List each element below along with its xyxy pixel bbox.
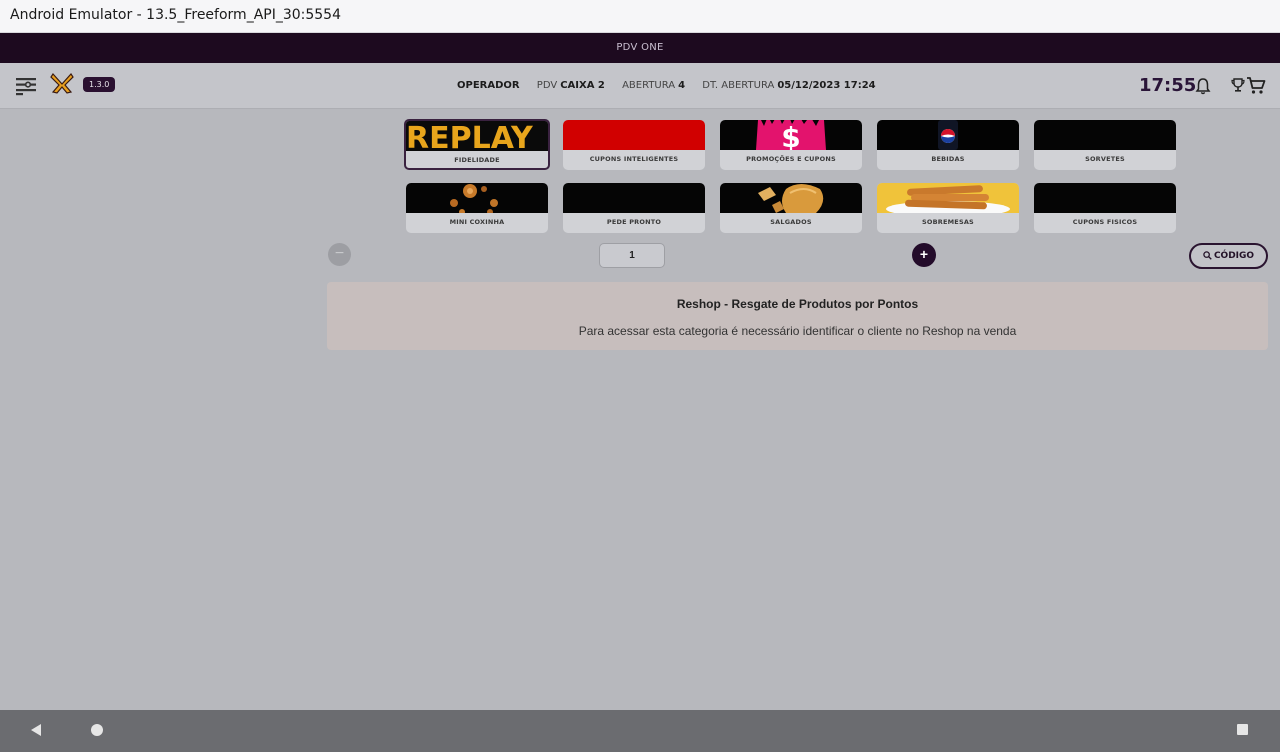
category-card-sorvetes[interactable]: SORVETES <box>1034 120 1176 170</box>
category-label: SORVETES <box>1085 155 1125 163</box>
menu-icon[interactable] <box>15 76 37 96</box>
salgados-image <box>758 184 824 213</box>
window-title-bar: Android Emulator - 13.5_Freeform_API_30:… <box>0 0 1280 33</box>
promo-badge-image: $ <box>756 120 826 150</box>
category-card-cupons-inteligentes[interactable]: CUPONS INTELIGENTES <box>563 120 705 170</box>
trophy-icon[interactable] <box>1231 78 1245 93</box>
pdv-label: PDV <box>536 80 558 91</box>
bell-icon[interactable] <box>1195 77 1211 95</box>
reshop-notice: Reshop - Resgate de Produtos por Pontos … <box>327 282 1268 350</box>
abertura-value: 4 <box>678 80 686 91</box>
category-label: PROMOÇÕES E CUPONS <box>746 155 836 163</box>
version-badge: 1.3.0 <box>83 77 116 92</box>
soda-can-image <box>938 120 958 150</box>
category-card-mini-coxinha[interactable]: MINI COXINHA <box>406 183 548 233</box>
category-card-salgados[interactable]: SALGADOS <box>720 183 862 233</box>
category-image <box>877 120 1019 150</box>
category-label: SOBREMESAS <box>922 218 974 226</box>
category-label: CUPONS FISICOS <box>1072 218 1138 226</box>
category-image <box>720 183 862 213</box>
svg-text:REPLAY: REPLAY <box>406 121 534 151</box>
brand-logo-icon <box>50 73 74 94</box>
window-title: Android Emulator - 13.5_Freeform_API_30:… <box>10 7 341 23</box>
quantity-input[interactable]: 1 <box>599 243 665 268</box>
code-button-label: CÓDIGO <box>1213 251 1255 261</box>
churros-image <box>886 185 1010 213</box>
category-label: MINI COXINHA <box>449 218 505 226</box>
category-label: FIDELIDADE <box>454 156 500 164</box>
category-image <box>563 120 705 150</box>
session-info: OPERADOR PDV CAIXA 2 ABERTURA 4 DT. ABERTU… <box>457 80 876 91</box>
category-label: BEBIDAS <box>931 155 965 163</box>
category-image <box>877 183 1019 213</box>
app-header: 1.3.0 OPERADOR PDV CAIXA 2 ABERTURA 4 DT. … <box>0 63 1280 109</box>
clock: 17:55 <box>1139 75 1197 96</box>
svg-text:$: $ <box>781 121 800 150</box>
recent-apps-icon[interactable] <box>1237 724 1248 735</box>
category-card-pede-pronto[interactable]: PEDE PRONTO <box>563 183 705 233</box>
pdv-value: CAIXA 2 <box>560 80 605 91</box>
android-nav-bar <box>0 710 1280 752</box>
dt-abertura-value: 05/12/2023 17:24 <box>777 80 876 91</box>
category-image: $ <box>720 120 862 150</box>
home-icon[interactable] <box>91 724 103 736</box>
category-card-promocoes-cupons[interactable]: $ PROMOÇÕES E CUPONS <box>720 120 862 170</box>
reshop-message: Para acessar esta categoria é necessário… <box>578 324 1017 338</box>
category-card-cupons-fisicos[interactable]: CUPONS FISICOS <box>1034 183 1176 233</box>
category-image <box>1034 120 1176 150</box>
cart-icon[interactable] <box>1246 75 1266 95</box>
back-icon[interactable] <box>31 724 41 736</box>
category-image <box>406 183 548 213</box>
category-image <box>1034 183 1176 213</box>
category-label: SALGADOS <box>770 218 812 226</box>
quantity-decrease-button[interactable]: − <box>328 243 351 266</box>
operator-label: OPERADOR <box>457 80 520 91</box>
abertura-label: ABERTURA <box>622 80 676 91</box>
mini-coxinha-image <box>450 184 498 213</box>
category-image: REPLAY <box>406 121 548 151</box>
category-card-sobremesas[interactable]: SOBREMESAS <box>877 183 1019 233</box>
app-status-bar: PDV ONE <box>0 33 1280 63</box>
reshop-title: Reshop - Resgate de Produtos por Pontos <box>676 297 919 311</box>
category-label: CUPONS INTELIGENTES <box>589 155 679 163</box>
dt-abertura-label: DT. ABERTURA <box>702 80 775 91</box>
app-title: PDV ONE <box>616 42 664 53</box>
category-label: PEDE PRONTO <box>606 218 662 226</box>
category-image <box>563 183 705 213</box>
replay-logo-image: REPLAY <box>406 121 534 151</box>
quantity-increase-button[interactable]: + <box>912 243 936 267</box>
search-icon <box>1203 251 1212 260</box>
code-search-button[interactable]: CÓDIGO <box>1189 243 1268 269</box>
category-card-bebidas[interactable]: BEBIDAS <box>877 120 1019 170</box>
category-card-fidelidade[interactable]: REPLAY FIDELIDADE <box>404 119 550 170</box>
